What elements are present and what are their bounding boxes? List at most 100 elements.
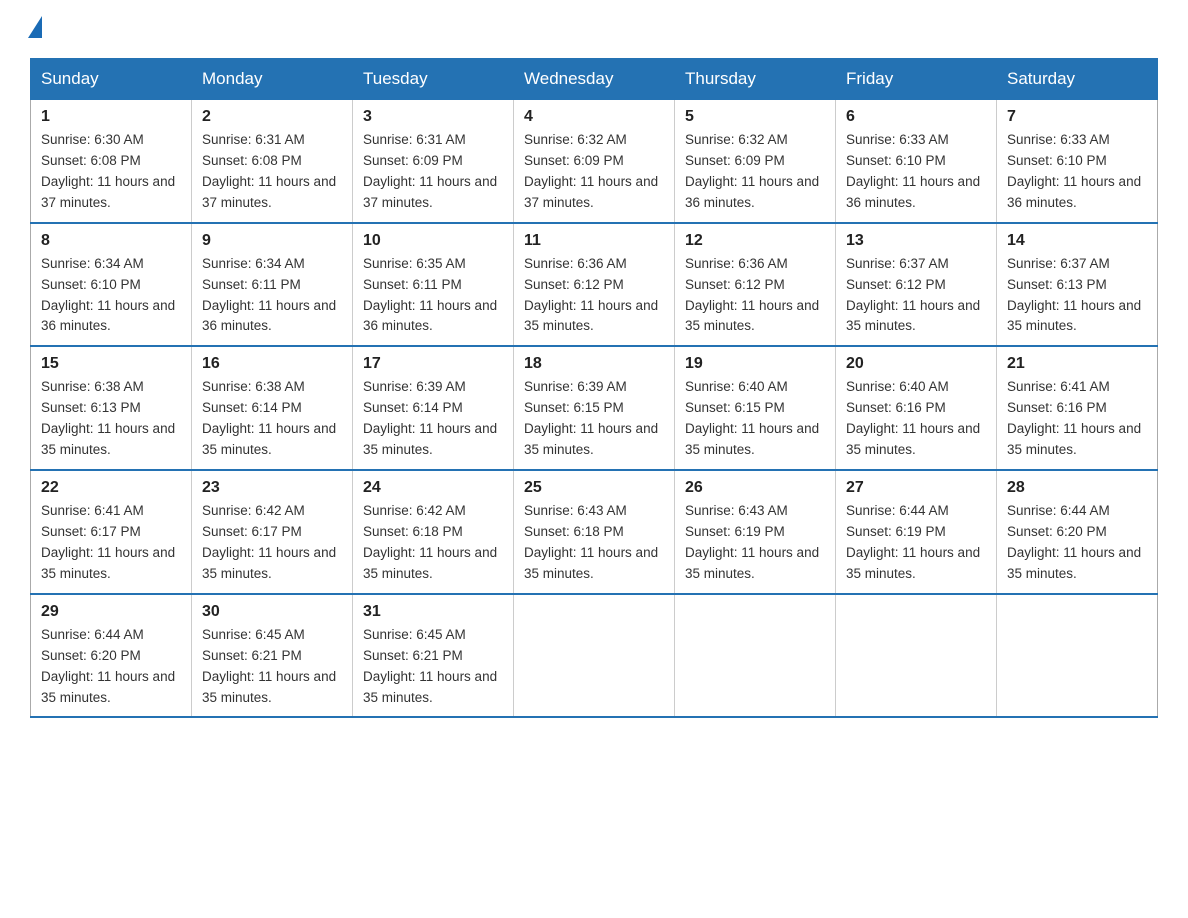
day-cell: 26Sunrise: 6:43 AMSunset: 6:19 PMDayligh… (675, 470, 836, 594)
day-info: Sunrise: 6:38 AMSunset: 6:13 PMDaylight:… (41, 379, 175, 457)
day-cell: 7 Sunrise: 6:33 AMSunset: 6:10 PMDaylight… (997, 100, 1158, 223)
day-cell: 1 Sunrise: 6:30 AMSunset: 6:08 PMDaylight… (31, 100, 192, 223)
day-cell: 16Sunrise: 6:38 AMSunset: 6:14 PMDayligh… (192, 346, 353, 470)
day-number: 13 (846, 232, 986, 250)
day-info: Sunrise: 6:34 AMSunset: 6:10 PMDaylight:… (41, 256, 175, 334)
day-cell: 12Sunrise: 6:36 AMSunset: 6:12 PMDayligh… (675, 223, 836, 347)
day-cell: 15 Sunrise: 6:38 AMSunset: 6:13 PMDayligh… (31, 346, 192, 470)
day-cell: 8 Sunrise: 6:34 AMSunset: 6:10 PMDaylight… (31, 223, 192, 347)
header-row: SundayMondayTuesdayWednesdayThursdayFrid… (31, 59, 1158, 100)
header-cell-saturday: Saturday (997, 59, 1158, 100)
day-cell: 13 Sunrise: 6:37 AMSunset: 6:12 PMDayligh… (836, 223, 997, 347)
day-info: Sunrise: 6:44 AMSunset: 6:19 PMDaylight:… (846, 503, 980, 581)
day-info: Sunrise: 6:43 AMSunset: 6:18 PMDaylight:… (524, 503, 658, 581)
day-info: Sunrise: 6:45 AMSunset: 6:21 PMDaylight:… (363, 627, 497, 705)
day-number: 19 (685, 355, 825, 373)
calendar-table: SundayMondayTuesdayWednesdayThursdayFrid… (30, 58, 1158, 718)
day-number: 28 (1007, 479, 1147, 497)
day-info: Sunrise: 6:36 AMSunset: 6:12 PMDaylight:… (685, 256, 819, 334)
day-info: Sunrise: 6:31 AMSunset: 6:08 PMDaylight:… (202, 132, 336, 210)
day-cell: 31 Sunrise: 6:45 AMSunset: 6:21 PMDayligh… (353, 594, 514, 718)
day-info: Sunrise: 6:41 AMSunset: 6:16 PMDaylight:… (1007, 379, 1141, 457)
day-number: 15 (41, 355, 181, 373)
day-cell: 3 Sunrise: 6:31 AMSunset: 6:09 PMDaylight… (353, 100, 514, 223)
day-info: Sunrise: 6:33 AMSunset: 6:10 PMDaylight:… (846, 132, 980, 210)
day-cell (675, 594, 836, 718)
day-cell: 22 Sunrise: 6:41 AMSunset: 6:17 PMDayligh… (31, 470, 192, 594)
day-cell: 5Sunrise: 6:32 AMSunset: 6:09 PMDaylight… (675, 100, 836, 223)
day-info: Sunrise: 6:34 AMSunset: 6:11 PMDaylight:… (202, 256, 336, 334)
day-info: Sunrise: 6:44 AMSunset: 6:20 PMDaylight:… (41, 627, 175, 705)
day-cell: 4 Sunrise: 6:32 AMSunset: 6:09 PMDaylight… (514, 100, 675, 223)
logo-triangle-icon (28, 16, 42, 38)
day-number: 31 (363, 603, 503, 621)
day-info: Sunrise: 6:37 AMSunset: 6:13 PMDaylight:… (1007, 256, 1141, 334)
day-number: 3 (363, 108, 503, 126)
day-number: 30 (202, 603, 342, 621)
day-info: Sunrise: 6:33 AMSunset: 6:10 PMDaylight:… (1007, 132, 1141, 210)
week-row: 8 Sunrise: 6:34 AMSunset: 6:10 PMDaylight… (31, 223, 1158, 347)
week-row: 29 Sunrise: 6:44 AMSunset: 6:20 PMDayligh… (31, 594, 1158, 718)
day-number: 27 (846, 479, 986, 497)
day-info: Sunrise: 6:40 AMSunset: 6:16 PMDaylight:… (846, 379, 980, 457)
day-number: 14 (1007, 232, 1147, 250)
day-cell: 9Sunrise: 6:34 AMSunset: 6:11 PMDaylight… (192, 223, 353, 347)
day-cell: 18 Sunrise: 6:39 AMSunset: 6:15 PMDayligh… (514, 346, 675, 470)
day-number: 18 (524, 355, 664, 373)
day-number: 6 (846, 108, 986, 126)
day-info: Sunrise: 6:37 AMSunset: 6:12 PMDaylight:… (846, 256, 980, 334)
day-info: Sunrise: 6:40 AMSunset: 6:15 PMDaylight:… (685, 379, 819, 457)
day-number: 11 (524, 232, 664, 250)
day-cell: 2 Sunrise: 6:31 AMSunset: 6:08 PMDaylight… (192, 100, 353, 223)
page-header (30, 20, 1158, 38)
day-number: 10 (363, 232, 503, 250)
day-info: Sunrise: 6:38 AMSunset: 6:14 PMDaylight:… (202, 379, 336, 457)
header-cell-friday: Friday (836, 59, 997, 100)
calendar-body: 1 Sunrise: 6:30 AMSunset: 6:08 PMDaylight… (31, 100, 1158, 718)
day-info: Sunrise: 6:39 AMSunset: 6:15 PMDaylight:… (524, 379, 658, 457)
day-number: 20 (846, 355, 986, 373)
day-info: Sunrise: 6:31 AMSunset: 6:09 PMDaylight:… (363, 132, 497, 210)
day-number: 1 (41, 108, 181, 126)
day-number: 7 (1007, 108, 1147, 126)
day-cell: 25Sunrise: 6:43 AMSunset: 6:18 PMDayligh… (514, 470, 675, 594)
calendar-header: SundayMondayTuesdayWednesdayThursdayFrid… (31, 59, 1158, 100)
day-cell: 23Sunrise: 6:42 AMSunset: 6:17 PMDayligh… (192, 470, 353, 594)
day-cell (836, 594, 997, 718)
day-cell: 17 Sunrise: 6:39 AMSunset: 6:14 PMDayligh… (353, 346, 514, 470)
day-number: 17 (363, 355, 503, 373)
day-cell: 21 Sunrise: 6:41 AMSunset: 6:16 PMDayligh… (997, 346, 1158, 470)
day-number: 22 (41, 479, 181, 497)
day-cell: 24Sunrise: 6:42 AMSunset: 6:18 PMDayligh… (353, 470, 514, 594)
day-number: 4 (524, 108, 664, 126)
day-cell: 14 Sunrise: 6:37 AMSunset: 6:13 PMDayligh… (997, 223, 1158, 347)
day-cell (514, 594, 675, 718)
day-cell: 10Sunrise: 6:35 AMSunset: 6:11 PMDayligh… (353, 223, 514, 347)
day-info: Sunrise: 6:45 AMSunset: 6:21 PMDaylight:… (202, 627, 336, 705)
header-cell-wednesday: Wednesday (514, 59, 675, 100)
logo (30, 20, 42, 38)
day-number: 29 (41, 603, 181, 621)
week-row: 22 Sunrise: 6:41 AMSunset: 6:17 PMDayligh… (31, 470, 1158, 594)
day-cell: 29 Sunrise: 6:44 AMSunset: 6:20 PMDayligh… (31, 594, 192, 718)
header-cell-sunday: Sunday (31, 59, 192, 100)
day-info: Sunrise: 6:30 AMSunset: 6:08 PMDaylight:… (41, 132, 175, 210)
header-cell-thursday: Thursday (675, 59, 836, 100)
week-row: 15 Sunrise: 6:38 AMSunset: 6:13 PMDayligh… (31, 346, 1158, 470)
day-info: Sunrise: 6:43 AMSunset: 6:19 PMDaylight:… (685, 503, 819, 581)
day-cell: 28Sunrise: 6:44 AMSunset: 6:20 PMDayligh… (997, 470, 1158, 594)
day-info: Sunrise: 6:41 AMSunset: 6:17 PMDaylight:… (41, 503, 175, 581)
day-cell: 30 Sunrise: 6:45 AMSunset: 6:21 PMDayligh… (192, 594, 353, 718)
day-cell: 6 Sunrise: 6:33 AMSunset: 6:10 PMDaylight… (836, 100, 997, 223)
header-cell-monday: Monday (192, 59, 353, 100)
day-number: 21 (1007, 355, 1147, 373)
day-info: Sunrise: 6:36 AMSunset: 6:12 PMDaylight:… (524, 256, 658, 334)
day-info: Sunrise: 6:39 AMSunset: 6:14 PMDaylight:… (363, 379, 497, 457)
day-number: 23 (202, 479, 342, 497)
day-number: 8 (41, 232, 181, 250)
day-info: Sunrise: 6:32 AMSunset: 6:09 PMDaylight:… (524, 132, 658, 210)
week-row: 1 Sunrise: 6:30 AMSunset: 6:08 PMDaylight… (31, 100, 1158, 223)
day-info: Sunrise: 6:32 AMSunset: 6:09 PMDaylight:… (685, 132, 819, 210)
day-number: 2 (202, 108, 342, 126)
day-cell: 11 Sunrise: 6:36 AMSunset: 6:12 PMDayligh… (514, 223, 675, 347)
